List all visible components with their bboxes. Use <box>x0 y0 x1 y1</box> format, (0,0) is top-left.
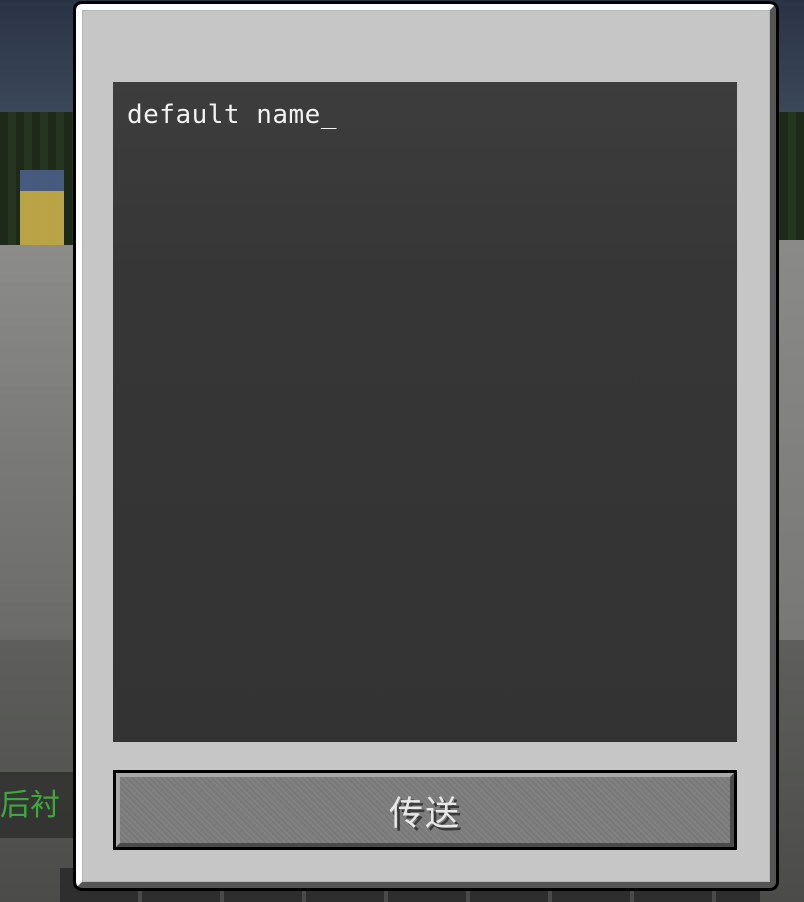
send-button-label: 传送 <box>389 793 461 834</box>
send-button-face: 传送 <box>116 773 734 847</box>
chat-message: 后衬 <box>0 788 60 823</box>
text-cursor: _ <box>320 100 337 130</box>
name-text-area[interactable]: default name_ <box>113 82 737 742</box>
text-value: default name <box>127 100 321 130</box>
name-entry-dialog: default name_ 传送 <box>73 1 779 891</box>
villager-figure <box>20 170 64 245</box>
send-button[interactable]: 传送 <box>113 770 737 850</box>
text-line: default name_ <box>127 100 723 130</box>
